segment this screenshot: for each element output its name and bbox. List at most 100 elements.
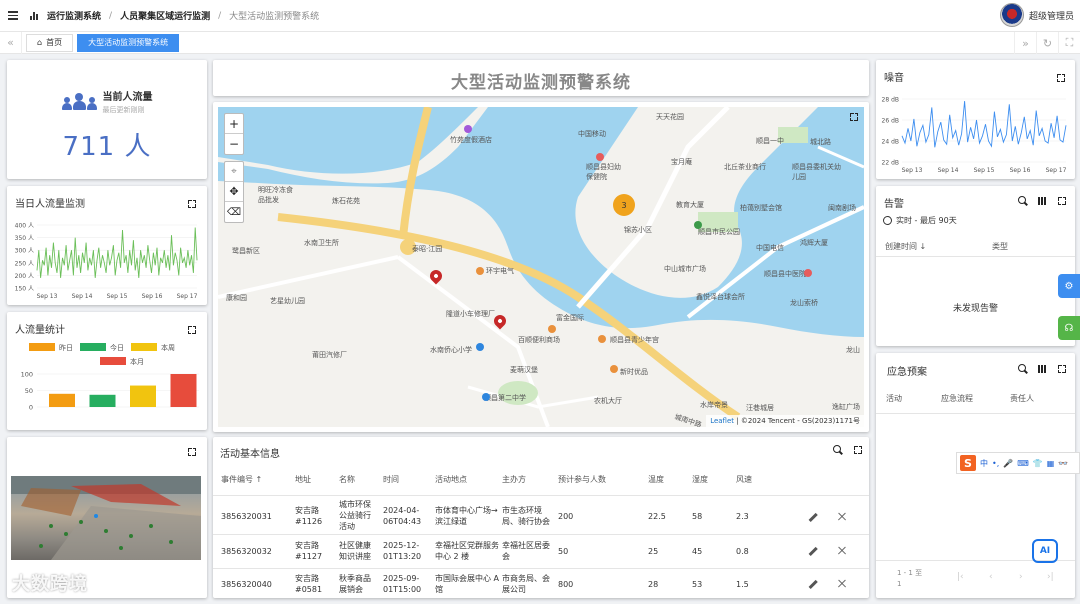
column-header-humidity[interactable]: 湿度 [692, 474, 708, 485]
delete-icon[interactable] [837, 579, 847, 589]
fullscreen-icon[interactable] [1058, 197, 1066, 205]
fullscreen-icon[interactable] [850, 113, 858, 121]
column-header-owner[interactable]: 责任人 [1010, 393, 1034, 404]
columns-icon[interactable] [1038, 197, 1046, 205]
y-tick-label: 200 人 [15, 273, 34, 280]
prev-page-icon[interactable]: ‹ [989, 572, 993, 582]
ime-logo-icon[interactable]: S [960, 455, 976, 471]
activity-table-title: 活动基本信息 [220, 449, 280, 460]
move-tool-icon[interactable]: ✥ [225, 182, 243, 202]
map-poi[interactable] [804, 269, 812, 277]
search-icon[interactable] [833, 445, 843, 455]
map-poi[interactable] [596, 153, 604, 161]
fullscreen-icon[interactable] [1058, 365, 1066, 373]
column-header-created[interactable]: 创建时间 ↓ [885, 241, 926, 252]
cell-time: 2024-04-06T04:43 [383, 506, 422, 526]
cell-humidity: 45 [692, 547, 703, 556]
zoom-in-button[interactable]: + [225, 114, 243, 134]
edit-icon[interactable] [807, 579, 817, 589]
sort-down-icon: ↓ [919, 242, 927, 251]
y-tick-label: 26 dB [882, 118, 899, 125]
ime-item[interactable]: •, [992, 459, 999, 468]
column-header-name[interactable]: 名称 [339, 474, 355, 485]
column-header-address[interactable]: 地址 [295, 474, 311, 485]
x-tick-label: Sep 14 [72, 293, 93, 300]
map-poi[interactable] [694, 221, 702, 229]
column-header-people[interactable]: 预计参与人数 [558, 474, 606, 485]
row-divider [876, 256, 1075, 257]
ime-item[interactable]: 中 [980, 458, 988, 469]
column-header-temp[interactable]: 温度 [648, 474, 664, 485]
tab-scroll-right-icon[interactable]: » [1014, 32, 1036, 54]
bar-本月 [170, 374, 197, 407]
first-page-icon[interactable]: |‹ [957, 572, 964, 582]
map-poi[interactable] [464, 125, 472, 133]
user-menu[interactable]: 超级管理员 [999, 3, 1074, 27]
map[interactable]: 竹苑度假酒店 天天花园 中国移动 顺昌一中 顺昌县妇幼保健院 宝月庵 北丘茶业商… [218, 107, 864, 427]
last-page-icon[interactable]: ›| [1047, 572, 1054, 582]
delete-icon[interactable] [837, 512, 847, 522]
search-icon[interactable] [1018, 364, 1028, 374]
column-header-label: 事件编号 [221, 475, 253, 484]
column-header-type[interactable]: 类型 [992, 241, 1008, 252]
zoom-out-button[interactable]: − [225, 134, 243, 154]
search-icon[interactable] [1018, 196, 1028, 206]
cell-id: 3856320032 [221, 547, 272, 556]
ime-item[interactable]: 👓 [1058, 459, 1068, 468]
daily-flow-chart: 400 人 350 人 300 人 250 人 200 人 150 人Sep 13 Sep … [15, 223, 198, 301]
tab-bar: « ⌂ 首页 大型活动监测预警系统 » ↻ ⛶ [0, 31, 1080, 54]
tencent-attribution: | ©2024 Tencent - GS(2023)1171号 [736, 417, 860, 425]
columns-icon[interactable] [1038, 365, 1046, 373]
map-poi[interactable] [548, 325, 556, 333]
column-header-activity[interactable]: 活动 [886, 393, 902, 404]
support-float-button[interactable]: ☊ [1058, 316, 1080, 340]
ai-assistant-icon[interactable]: AI [1032, 539, 1058, 563]
user-name[interactable]: 超级管理员 [1029, 9, 1074, 22]
fullscreen-icon[interactable]: ⛶ [1058, 32, 1080, 54]
breadcrumb-level1[interactable]: 运行监测系统 [47, 9, 101, 22]
current-flow-sub: 最后更新刚刚 [102, 106, 145, 114]
breadcrumb-level2[interactable]: 人员聚集区域运行监测 [120, 9, 210, 22]
map-cluster[interactable]: 3 [613, 194, 635, 216]
surveillance-video[interactable] [11, 476, 201, 560]
ime-item[interactable]: ⌨ [1017, 459, 1029, 468]
map-poi[interactable] [476, 267, 484, 275]
time-range[interactable]: 实时 - 最后 90天 [883, 215, 957, 226]
tab-home[interactable]: ⌂ 首页 [26, 33, 74, 52]
column-header-id[interactable]: 事件编号 ↑ [221, 474, 262, 485]
current-flow-value: 711 人 [62, 132, 152, 162]
video-scene [11, 476, 201, 560]
eraser-tool-icon[interactable]: ⌫ [225, 202, 243, 222]
column-header-process[interactable]: 应急流程 [941, 393, 973, 404]
ime-item[interactable]: 🎤 [1003, 459, 1013, 468]
column-header-time[interactable]: 时间 [383, 474, 399, 485]
next-page-icon[interactable]: › [1019, 572, 1023, 582]
column-header-host[interactable]: 主办方 [502, 474, 526, 485]
edit-icon[interactable] [807, 512, 817, 522]
map-label: 明旺冷冻食品批发 [258, 186, 293, 204]
fullscreen-icon[interactable] [854, 446, 862, 454]
fullscreen-icon[interactable] [188, 448, 196, 456]
y-tick-label: 24 dB [882, 139, 899, 146]
menu-icon[interactable] [8, 11, 18, 20]
y-tick-label: 150 人 [15, 286, 34, 293]
refresh-icon[interactable]: ↻ [1036, 32, 1058, 54]
map-canvas [218, 107, 864, 427]
tab-scroll-left-icon[interactable]: « [0, 31, 22, 54]
delete-icon[interactable] [837, 546, 847, 556]
settings-float-button[interactable]: ⚙ [1058, 274, 1080, 298]
edit-icon[interactable] [807, 546, 817, 556]
ime-item[interactable]: ▦ [1047, 459, 1055, 468]
map-poi[interactable] [476, 343, 484, 351]
tab-monitor[interactable]: 大型活动监测预警系统 [77, 33, 180, 52]
bar-今日 [89, 394, 116, 407]
map-poi[interactable] [610, 365, 618, 373]
map-poi[interactable] [482, 393, 490, 401]
ime-item[interactable]: 👕 [1033, 459, 1043, 468]
map-poi[interactable] [598, 335, 606, 343]
marker-tool-icon[interactable]: ⌖ [225, 162, 243, 182]
avatar[interactable] [999, 3, 1024, 27]
column-header-place[interactable]: 活动地点 [435, 474, 467, 485]
leaflet-link[interactable]: Leaflet [710, 417, 734, 425]
column-header-wind[interactable]: 风速 [736, 474, 752, 485]
